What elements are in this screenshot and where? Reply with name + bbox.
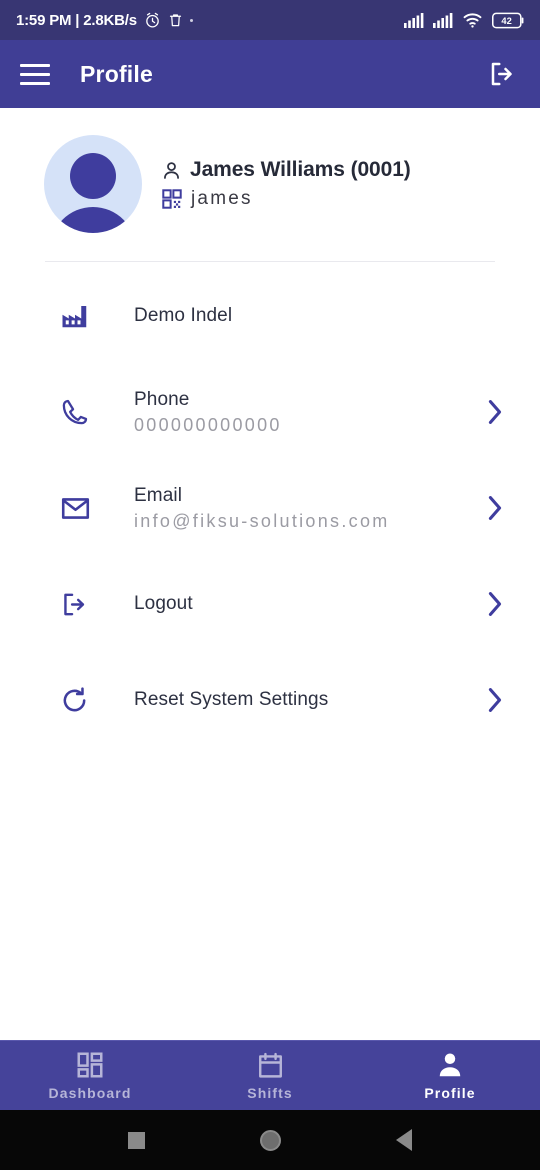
list-item-label: Logout [134,593,193,614]
hamburger-menu-icon[interactable] [20,63,50,85]
tab-profile[interactable]: Profile [360,1041,540,1110]
user-avatar-icon [44,135,142,233]
wifi-icon [463,13,482,28]
list-item-value: info@fiksu-solutions.com [134,510,390,531]
person-icon [164,161,179,179]
battery-level-text: 42 [501,16,511,26]
refresh-icon-wrap [60,686,134,715]
factory-icon-wrap [60,301,134,331]
back-triangle-icon[interactable] [396,1129,413,1151]
status-bar-right: 42 [404,12,526,29]
logout-icon-wrap [60,590,134,619]
chevron-right-icon[interactable] [486,687,504,713]
list-item-company[interactable]: Demo Indel [0,268,540,364]
tab-label: Profile [424,1085,476,1101]
logout-icon[interactable] [488,59,518,89]
alarm-icon [146,12,159,28]
list-item-label: Phone [134,388,190,410]
list-item-email[interactable]: Email info@fiksu-solutions.com [0,460,540,556]
list-item-text: Reset System Settings [134,689,482,711]
list-item-value: 000000000000 [134,414,282,435]
signal-icon [433,12,453,28]
tab-label: Shifts [247,1084,293,1101]
tab-dashboard[interactable]: Dashboard [0,1041,180,1110]
list-item-label: Email [134,484,183,506]
app-bar: Profile [0,40,540,108]
list-item-text: Demo Indel [134,305,482,327]
factory-icon [62,306,87,328]
chevron-slot [482,399,504,425]
list-item-label: Demo Indel [134,305,233,326]
dot-icon [189,18,193,22]
battery-icon: 42 [492,12,524,28]
profile-name: James Williams (0001) [190,158,411,181]
signal-icon [404,12,424,28]
app-screen: 1:59 PM | 2.8KB/s 42 Profile James Willi… [0,0,540,1170]
profile-username-row: james [161,188,411,210]
email-icon-wrap [60,493,134,524]
qr-code-icon [162,189,182,209]
android-navigation-bar [0,1110,540,1170]
trash-icon [169,14,181,27]
person-icon [439,1053,461,1077]
list-item-reset-system-settings[interactable]: Reset System Settings [0,652,540,748]
phone-icon-wrap [60,398,134,427]
calendar-icon [258,1052,282,1078]
list-item-text: Email info@fiksu-solutions.com [134,485,482,532]
list-item-logout[interactable]: Logout [0,556,540,652]
profile-header: James Williams (0001) james [0,108,540,233]
tab-shifts[interactable]: Shifts [180,1041,360,1110]
chevron-right-icon[interactable] [486,591,504,617]
avatar-head [70,153,116,199]
profile-username: james [191,188,253,209]
status-bar-clock-network: 1:59 PM | 2.8KB/s [16,11,137,29]
avatar-body [50,207,136,233]
profile-name-row: James Williams (0001) [161,158,411,182]
chevron-slot [482,495,504,521]
list-item-label: Reset System Settings [134,689,329,710]
list-item-text: Logout [134,593,482,615]
page-title: Profile [80,60,153,87]
status-bar-left: 1:59 PM | 2.8KB/s [16,12,193,29]
chevron-right-icon[interactable] [486,399,504,425]
list-item-phone[interactable]: Phone 000000000000 [0,364,540,460]
profile-meta: James Williams (0001) james [161,158,411,210]
recents-square-icon[interactable] [127,1131,145,1149]
chevron-right-icon[interactable] [486,495,504,521]
chevron-slot [482,687,504,713]
phone-icon [62,399,88,424]
chevron-slot [482,591,504,617]
email-icon [61,497,90,519]
tab-label: Dashboard [48,1085,132,1101]
home-circle-icon[interactable] [259,1129,281,1151]
dashboard-icon [77,1052,103,1078]
refresh-icon [63,686,86,711]
list-item-text: Phone 000000000000 [134,389,482,436]
bottom-navigation: Dashboard Shifts Profile [0,1040,540,1110]
status-bar: 1:59 PM | 2.8KB/s 42 [0,0,540,40]
logout-icon [64,593,85,615]
profile-list: Demo Indel Phone 000000000000 Email info… [0,262,540,748]
